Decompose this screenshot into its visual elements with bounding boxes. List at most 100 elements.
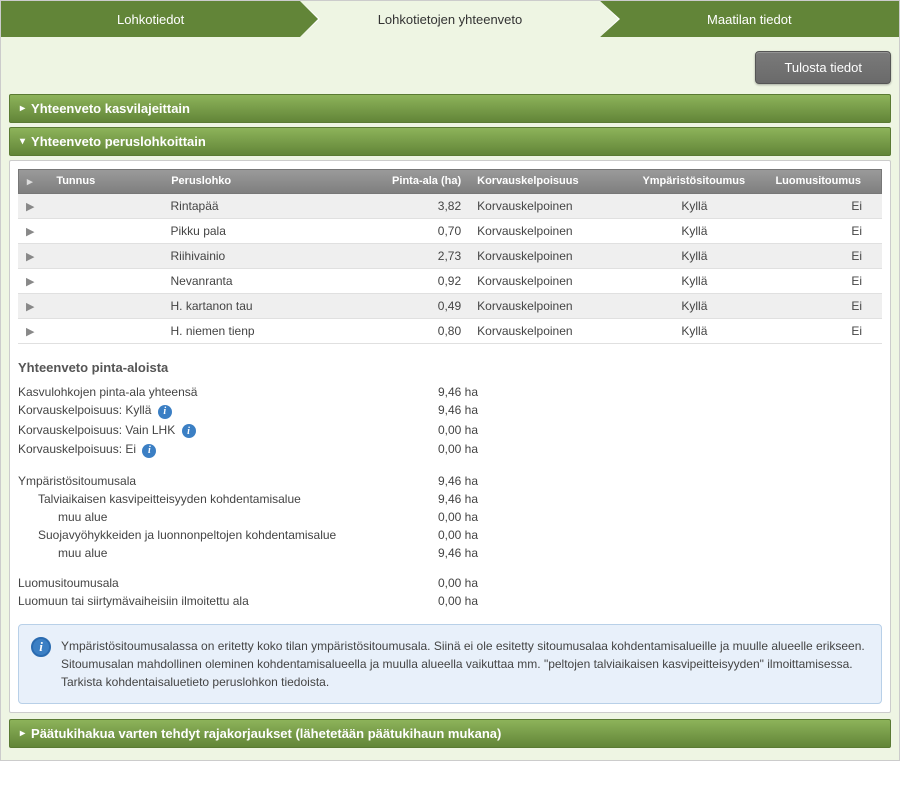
chevron-right-icon [600, 1, 618, 37]
info-icon[interactable]: i [158, 405, 172, 419]
page: Lohkotiedot Lohkotietojen yhteenveto Maa… [0, 0, 900, 761]
col-peruslohko[interactable]: Peruslohko [163, 170, 344, 193]
cell-luomusitoumus: Ei [757, 219, 882, 243]
expand-row-icon[interactable]: ▶ [26, 201, 34, 213]
expand-row-icon[interactable]: ▶ [26, 226, 34, 238]
cell-luomusitoumus: Ei [757, 319, 882, 343]
summary-value: 9,46 ha [398, 403, 478, 419]
cell-luomusitoumus: Ei [757, 269, 882, 293]
panel-kasvilajeittain-header[interactable]: ▸ Yhteenveto kasvilajeittain [9, 94, 891, 123]
summary-value: 0,00 ha [398, 576, 478, 590]
summary-value: 9,46 ha [398, 385, 478, 399]
summary-value: 0,00 ha [398, 510, 478, 524]
expand-row-icon[interactable]: ▶ [26, 301, 34, 313]
summary-label: Korvauskelpoisuus: Kyllä i [18, 403, 398, 419]
summary-row: Suojavyöhykkeiden ja luonnonpeltojen koh… [18, 526, 882, 544]
summary-title: Yhteenveto pinta-aloista [18, 360, 882, 375]
summary-label: muu alue [18, 510, 398, 524]
cell-ymparistositoumus: Kyllä [632, 269, 757, 293]
chevron-right-icon [300, 1, 318, 37]
cell-tunnus [47, 319, 162, 343]
cell-korvauskelpoisuus: Korvauskelpoinen [469, 319, 632, 343]
cell-korvauskelpoisuus: Korvauskelpoinen [469, 269, 632, 293]
summary-value: 0,00 ha [398, 528, 478, 542]
summary-label: Luomusitoumusala [18, 576, 398, 590]
chevron-down-icon: ▾ [20, 136, 25, 147]
col-korvauskelpoisuus[interactable]: Korvauskelpoisuus [469, 170, 631, 193]
content: Tulosta tiedot ▸ Yhteenveto kasvilajeitt… [1, 37, 899, 760]
cell-korvauskelpoisuus: Korvauskelpoinen [469, 244, 632, 268]
tab-yhteenveto[interactable]: Lohkotietojen yhteenveto [300, 1, 599, 37]
col-pinta-ala[interactable]: Pinta-ala (ha) [345, 170, 469, 193]
grid-header: ▸ Tunnus Peruslohko Pinta-ala (ha) Korva… [18, 169, 882, 194]
table-row[interactable]: ▶H. kartanon tau0,49KorvauskelpoinenKyll… [18, 294, 882, 319]
cell-pinta-ala: 2,73 [344, 244, 469, 268]
summary-value: 0,00 ha [398, 442, 478, 458]
cell-korvauskelpoisuus: Korvauskelpoinen [469, 219, 632, 243]
col-luomusitoumus[interactable]: Luomusitoumus [756, 170, 881, 193]
cell-peruslohko: Riihivainio [163, 244, 345, 268]
cell-tunnus [47, 219, 162, 243]
cell-peruslohko: Nevanranta [163, 269, 345, 293]
table-row[interactable]: ▶ Riihivainio2,73KorvauskelpoinenKylläEi [18, 244, 882, 269]
summary-row: Kasvulohkojen pinta-ala yhteensä9,46 ha [18, 383, 882, 401]
tab-label: Maatilan tiedot [707, 12, 792, 27]
table-row[interactable]: ▶ Nevanranta0,92KorvauskelpoinenKylläEi [18, 269, 882, 294]
cell-ymparistositoumus: Kyllä [632, 219, 757, 243]
cell-ymparistositoumus: Kyllä [632, 244, 757, 268]
cell-pinta-ala: 0,92 [344, 269, 469, 293]
cell-ymparistositoumus: Kyllä [632, 319, 757, 343]
cell-korvauskelpoisuus: Korvauskelpoinen [469, 294, 632, 318]
wizard-tabs: Lohkotiedot Lohkotietojen yhteenveto Maa… [1, 1, 899, 37]
summary-label: muu alue [18, 546, 398, 560]
cell-tunnus [47, 294, 162, 318]
print-button[interactable]: Tulosta tiedot [755, 51, 891, 84]
grid-body: ▶Rintapää3,82KorvauskelpoinenKylläEi▶Pik… [18, 194, 882, 344]
tab-lohkotiedot[interactable]: Lohkotiedot [1, 1, 300, 37]
table-row[interactable]: ▶ Pikku pala0,70KorvauskelpoinenKylläEi [18, 219, 882, 244]
cell-luomusitoumus: Ei [757, 194, 882, 218]
table-row[interactable]: ▶H. niemen tienp0,80KorvauskelpoinenKyll… [18, 319, 882, 344]
cell-tunnus [47, 194, 162, 218]
cell-korvauskelpoisuus: Korvauskelpoinen [469, 194, 632, 218]
panel-peruslohkoittain-header[interactable]: ▾ Yhteenveto peruslohkoittain [9, 127, 891, 156]
tab-maatilan-tiedot[interactable]: Maatilan tiedot [600, 1, 899, 37]
cell-pinta-ala: 0,70 [344, 219, 469, 243]
summary-value: 9,46 ha [398, 474, 478, 488]
cell-tunnus [47, 269, 162, 293]
summary-value: 0,00 ha [398, 423, 478, 439]
col-ymparistositoumus[interactable]: Ympäristösitoumus [632, 170, 756, 193]
info-box: i Ympäristösitoumusalassa on eritetty ko… [18, 624, 882, 704]
cell-peruslohko: Pikku pala [163, 219, 345, 243]
info-text: Ympäristösitoumusalassa on eritetty koko… [61, 637, 869, 691]
summary-row: Talviaikaisen kasvipeitteisyyden kohdent… [18, 490, 882, 508]
chevron-right-icon: ▸ [20, 728, 25, 739]
expand-row-icon[interactable]: ▶ [26, 276, 34, 288]
expand-row-icon[interactable]: ▶ [26, 326, 34, 338]
summary-row: Luomusitoumusala0,00 ha [18, 574, 882, 592]
info-icon[interactable]: i [142, 444, 156, 458]
table-row[interactable]: ▶ Rintapää3,82KorvauskelpoinenKylläEi [18, 194, 882, 219]
summary-label: Korvauskelpoisuus: Vain LHK i [18, 423, 398, 439]
summary-row: Korvauskelpoisuus: Kyllä i9,46 ha [18, 401, 882, 421]
summary-value: 0,00 ha [398, 594, 478, 608]
cell-peruslohko: H. kartanon tau [163, 294, 345, 318]
summary-row: Luomuun tai siirtymävaiheisiin ilmoitett… [18, 592, 882, 610]
cell-pinta-ala: 3,82 [344, 194, 469, 218]
cell-luomusitoumus: Ei [757, 244, 882, 268]
toolbar: Tulosta tiedot [9, 45, 891, 94]
cell-peruslohko: Rintapää [163, 194, 345, 218]
panel-title: Yhteenveto kasvilajeittain [31, 101, 190, 116]
col-expand: ▸ [19, 170, 48, 193]
panel-rajakorjaukset-header[interactable]: ▸ Päätukihakua varten tehdyt rajakorjauk… [9, 719, 891, 748]
expand-row-icon[interactable]: ▶ [26, 251, 34, 263]
tab-label: Lohkotietojen yhteenveto [378, 12, 523, 27]
cell-ymparistositoumus: Kyllä [632, 194, 757, 218]
summary-row: Korvauskelpoisuus: Ei i0,00 ha [18, 440, 882, 460]
summary-label: Kasvulohkojen pinta-ala yhteensä [18, 385, 398, 399]
cell-pinta-ala: 0,49 [344, 294, 469, 318]
summary-row: Ympäristösitoumusala9,46 ha [18, 472, 882, 490]
col-tunnus[interactable]: Tunnus [48, 170, 163, 193]
info-icon[interactable]: i [182, 424, 196, 438]
tab-label: Lohkotiedot [117, 12, 184, 27]
